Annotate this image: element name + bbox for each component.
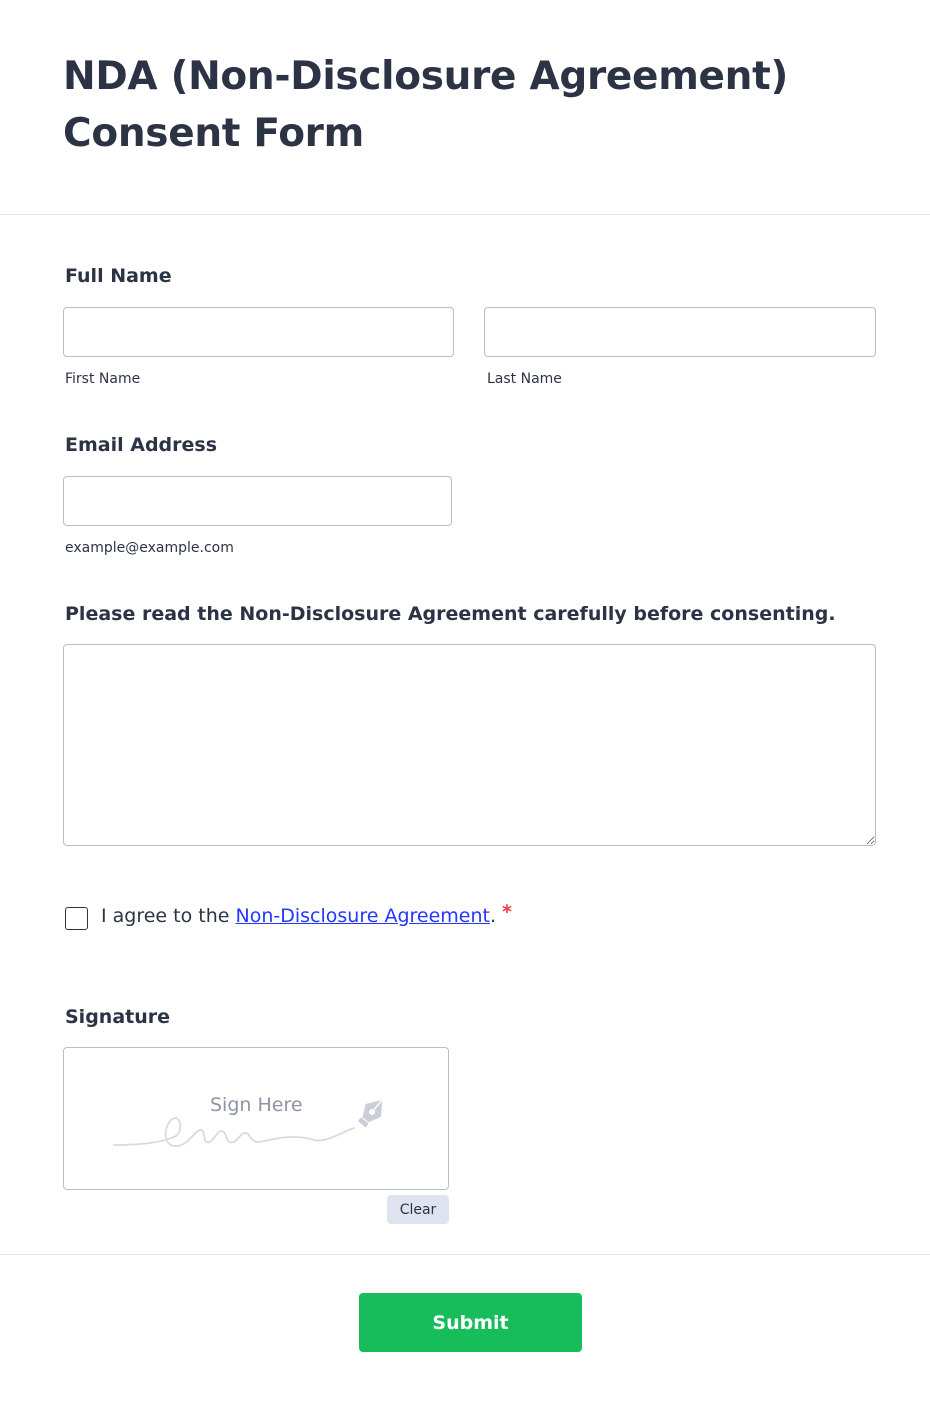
full-name-label: Full Name xyxy=(65,265,172,287)
consent-text-suffix: . xyxy=(489,905,497,927)
agreement-textarea[interactable] xyxy=(63,644,876,846)
signature-placeholder: Sign Here xyxy=(210,1094,303,1116)
signature-pad[interactable]: Sign Here xyxy=(63,1047,449,1190)
form-title: NDA (Non-Disclosure Agreement) Consent F… xyxy=(63,54,789,156)
consent-checkbox[interactable] xyxy=(65,907,88,930)
agreement-label: Please read the Non-Disclosure Agreement… xyxy=(65,603,836,625)
clear-signature-button[interactable]: Clear xyxy=(387,1195,449,1224)
submit-button[interactable]: Submit xyxy=(359,1293,582,1352)
nda-link[interactable]: Non-Disclosure Agreement xyxy=(236,905,490,927)
email-label: Email Address xyxy=(65,434,218,456)
last-name-sublabel: Last Name xyxy=(487,371,562,387)
email-sublabel: example@example.com xyxy=(65,540,234,556)
consent-text-prefix: I agree to the xyxy=(101,905,236,927)
last-name-input[interactable] xyxy=(484,307,876,357)
footer-divider xyxy=(0,1254,930,1255)
signature-label: Signature xyxy=(65,1006,171,1028)
consent-text: I agree to the Non-Disclosure Agreement.… xyxy=(101,901,512,927)
first-name-input[interactable] xyxy=(63,307,454,357)
required-asterisk: * xyxy=(502,901,512,923)
email-input[interactable] xyxy=(63,476,452,526)
form-header: NDA (Non-Disclosure Agreement) Consent F… xyxy=(0,0,930,215)
first-name-sublabel: First Name xyxy=(65,371,141,387)
pen-nib-icon xyxy=(358,1099,383,1128)
